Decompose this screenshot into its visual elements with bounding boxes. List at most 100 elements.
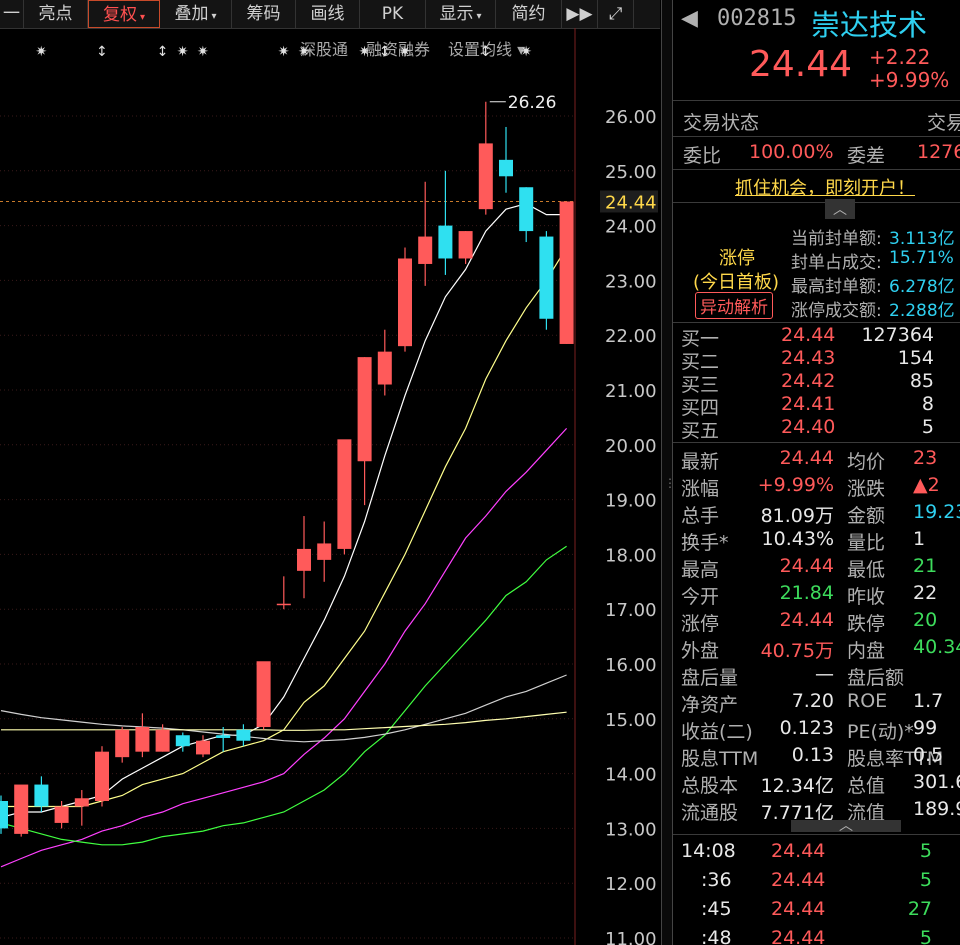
bid-volume: 5 bbox=[921, 416, 934, 438]
quote-panel: ◀ 002815 崇达技术 24.44 +2.22 +9.99% 交易状态 交易… bbox=[673, 0, 960, 945]
y-tick-label: 11.00 bbox=[605, 929, 657, 945]
quote-label: 净资产 bbox=[681, 694, 739, 716]
divider bbox=[673, 442, 960, 443]
anomaly-analysis-button[interactable]: 异动解析 bbox=[695, 292, 773, 319]
event-marker-icon[interactable]: ↕ bbox=[96, 44, 108, 60]
tick-time: :45 bbox=[701, 898, 732, 920]
candle-body bbox=[337, 439, 352, 549]
quote-label: 流通股 bbox=[681, 802, 739, 824]
event-marker-icon[interactable]: ↕ bbox=[480, 44, 492, 60]
trade-status-value: 交易 bbox=[927, 112, 960, 134]
event-marker-icon[interactable]: ↕ bbox=[157, 44, 169, 60]
divider bbox=[673, 136, 960, 137]
quote-label: 最新 bbox=[681, 451, 720, 473]
candle-body bbox=[377, 351, 392, 385]
quote-label: 涨停 bbox=[681, 613, 720, 635]
quote-label: 内盘 bbox=[847, 640, 886, 662]
price-change-pct: +9.99% bbox=[869, 68, 950, 92]
kline-chart[interactable]: 26.00 25.00 24.00 23.00 22.00 21.00 20.00 19.00… bbox=[0, 28, 661, 945]
quote-value: 0.13 bbox=[791, 744, 834, 766]
toolbar-item[interactable]: 叠加 ▾ bbox=[160, 0, 232, 28]
event-marker-icon[interactable]: ✷ bbox=[177, 44, 189, 60]
candle-body bbox=[539, 236, 554, 319]
toolbar-item[interactable]: PK bbox=[360, 0, 426, 28]
toolbar-item[interactable]: 显示 ▾ bbox=[426, 0, 496, 28]
candle-body bbox=[216, 735, 231, 738]
quote-value: 20 bbox=[913, 609, 938, 631]
y-tick-label: 19.00 bbox=[605, 491, 657, 512]
toolbar-item-label: ▶▶ bbox=[566, 4, 593, 24]
candle-body bbox=[155, 729, 170, 752]
event-marker-icon[interactable]: ✷ bbox=[359, 44, 371, 60]
quote-value: 189.9 bbox=[913, 798, 960, 820]
quote-label: 今开 bbox=[681, 586, 720, 608]
quote-label: 总值 bbox=[847, 775, 886, 797]
toolbar-item[interactable]: 简约 bbox=[496, 0, 562, 28]
event-marker-icon[interactable]: ✷ bbox=[399, 44, 411, 60]
trade-status-label: 交易状态 bbox=[683, 112, 760, 134]
toolbar-item[interactable]: ⤢ bbox=[598, 0, 634, 28]
event-marker-icon[interactable]: ✷ bbox=[197, 44, 209, 60]
candle-body bbox=[276, 603, 291, 606]
quote-value: 40.34 bbox=[913, 636, 960, 658]
open-account-link[interactable]: 抓住机会，即刻开户！ bbox=[735, 174, 915, 200]
event-marker-icon[interactable]: ✷ bbox=[35, 44, 47, 60]
weibi-label: 委比 bbox=[683, 145, 722, 167]
panel-splitter[interactable]: ⋮ bbox=[661, 0, 676, 945]
bid-price: 24.42 bbox=[781, 370, 836, 392]
y-tick-label: 16.00 bbox=[605, 655, 657, 676]
toolbar-item-label: 复权 bbox=[102, 5, 137, 25]
toolbar-item-label: 简约 bbox=[511, 4, 546, 24]
limit-up-subtitle: (今日首板) bbox=[693, 272, 780, 293]
price-change: +2.22 bbox=[869, 45, 931, 69]
toolbar-item[interactable]: 画线 bbox=[296, 0, 360, 28]
quote-label: 总手 bbox=[681, 505, 720, 527]
toolbar-item[interactable]: 筹码 bbox=[232, 0, 296, 28]
toolbar-item[interactable]: 一 bbox=[0, 0, 24, 28]
toolbar-item[interactable]: 复权 ▾ bbox=[88, 0, 160, 28]
candle-body bbox=[196, 740, 210, 755]
event-marker-icon[interactable]: ✷ bbox=[298, 44, 310, 60]
limit-up-stat-label: 封单占成交: bbox=[791, 253, 882, 273]
collapse-up-icon[interactable]: ︿ bbox=[825, 199, 855, 219]
candle-body bbox=[519, 187, 534, 232]
quote-value: 22 bbox=[913, 582, 938, 604]
y-tick-label: 25.00 bbox=[605, 162, 657, 183]
event-marker-icon[interactable]: ✷ bbox=[278, 44, 290, 60]
quote-label: 总股本 bbox=[681, 775, 739, 797]
bid-volume: 8 bbox=[921, 393, 934, 415]
quote-label: 盘后额 bbox=[847, 667, 905, 689]
quote-label: 金额 bbox=[847, 505, 886, 527]
quote-label: 均价 bbox=[847, 451, 886, 473]
bid-price: 24.44 bbox=[781, 324, 836, 346]
quote-value: 24.44 bbox=[779, 609, 834, 631]
quote-value: 19.23 bbox=[913, 501, 960, 523]
quote-value: 23 bbox=[913, 447, 938, 469]
quote-value: 21 bbox=[913, 555, 938, 577]
limit-up-stat-label: 最高封单额: bbox=[791, 277, 882, 297]
toolbar-item-label: 亮点 bbox=[38, 4, 73, 24]
quote-label: 量比 bbox=[847, 532, 886, 554]
candle-body bbox=[115, 729, 130, 758]
quote-value: 24.44 bbox=[779, 555, 834, 577]
tick-time: :48 bbox=[701, 927, 732, 945]
last-price: 24.44 bbox=[749, 44, 853, 85]
quote-value: — bbox=[815, 663, 834, 685]
toolbar-item-label: 叠加 bbox=[174, 4, 209, 24]
toolbar-item[interactable]: 亮点 bbox=[24, 0, 88, 28]
quote-label: 股息TTM bbox=[681, 748, 759, 770]
y-tick-label: 13.00 bbox=[605, 819, 657, 840]
tick-price: 24.44 bbox=[771, 927, 826, 945]
ma-line bbox=[0, 674, 567, 743]
quote-value: +9.99% bbox=[757, 474, 834, 496]
candle-body bbox=[54, 806, 69, 823]
event-marker-icon[interactable]: ↕ bbox=[379, 44, 391, 60]
collapse-up-icon[interactable]: ︿ bbox=[791, 819, 901, 833]
limit-up-stat-value: 2.288亿 bbox=[889, 301, 955, 321]
toolbar-item[interactable]: ▶▶ bbox=[562, 0, 598, 28]
event-marker-icon[interactable]: ✷ bbox=[520, 44, 532, 60]
bid-price: 24.41 bbox=[781, 393, 836, 415]
back-arrow-icon[interactable]: ◀ bbox=[681, 6, 698, 31]
candle-body bbox=[478, 143, 493, 210]
quote-value: 0.123 bbox=[779, 717, 834, 739]
